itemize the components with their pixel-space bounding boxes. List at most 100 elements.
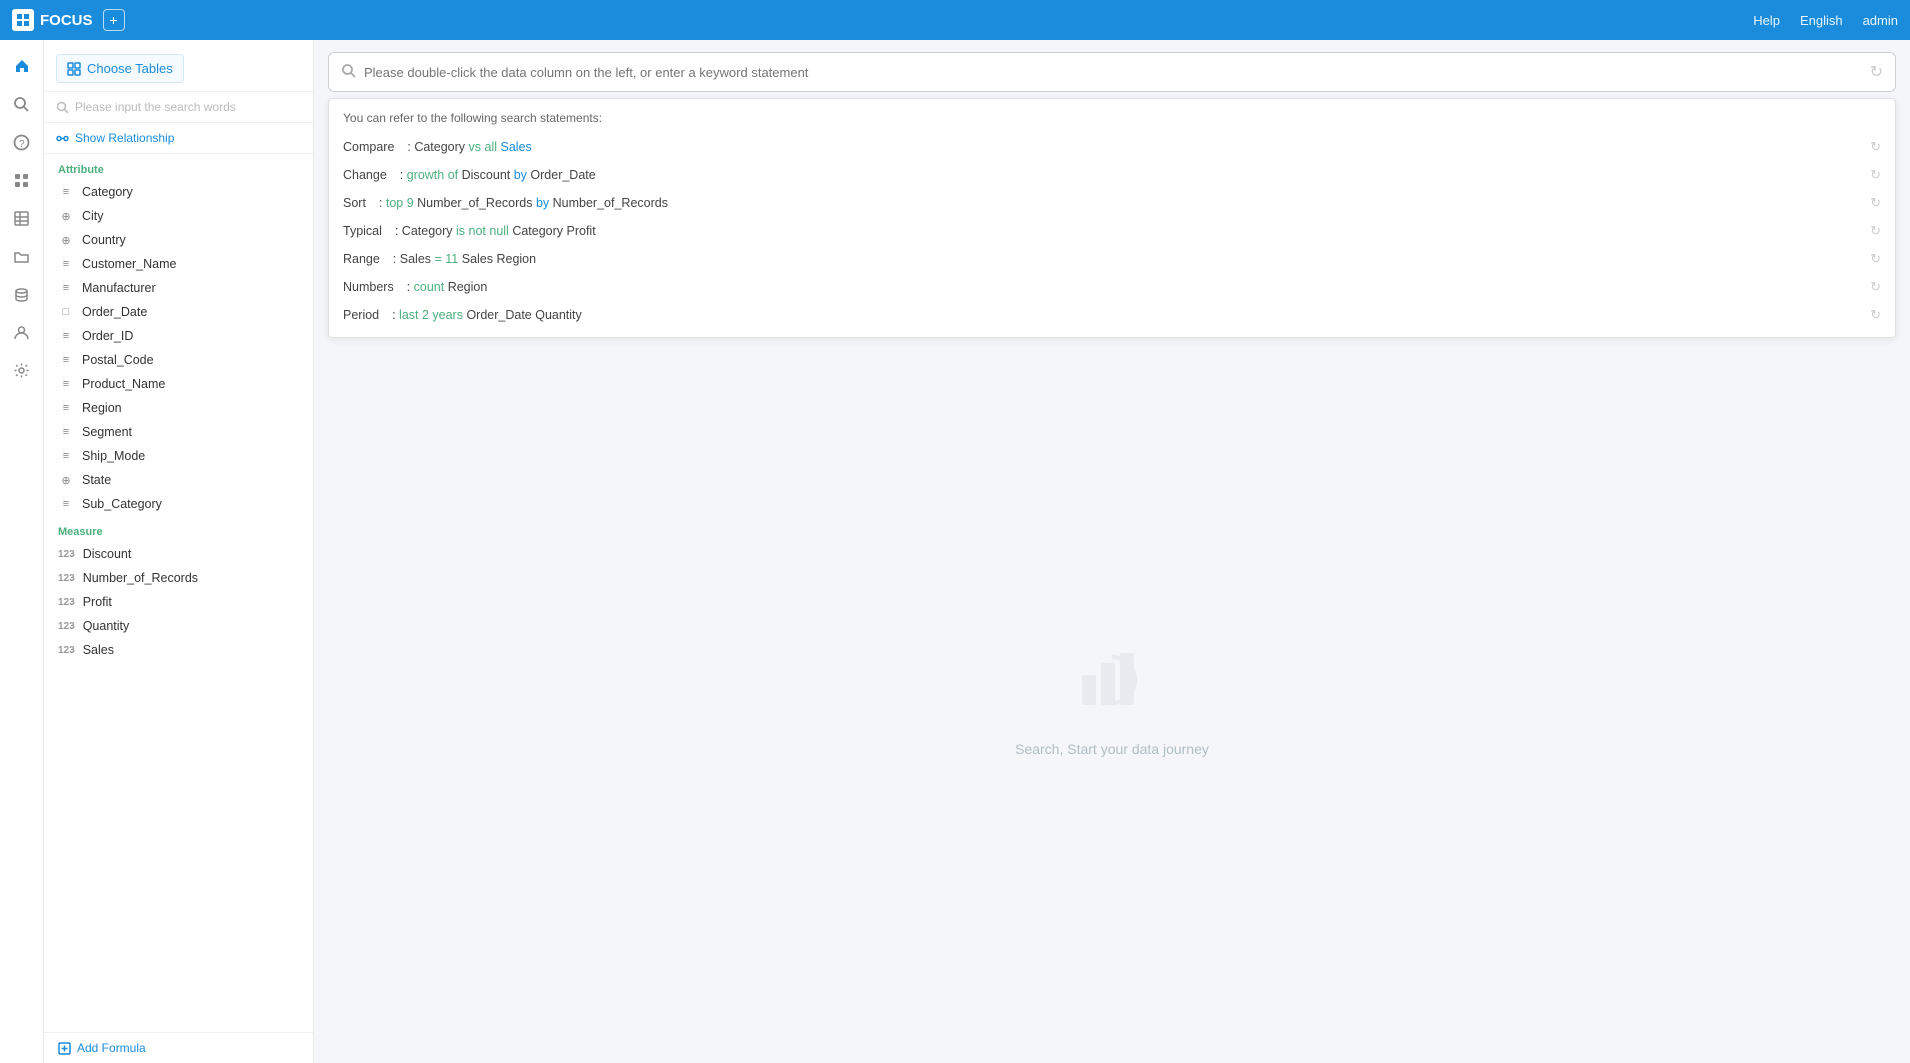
attribute-section-label: Attribute <box>44 154 313 180</box>
dim-icon: ≡ <box>58 282 74 294</box>
suggestion-sort[interactable]: Sort : top 9 Number_of_Records by Number… <box>329 189 1895 217</box>
suggestion-text: Typical : Category is not null Category … <box>343 224 596 238</box>
logo-icon <box>12 9 34 31</box>
num-icon: 123 <box>58 549 75 560</box>
suggestion-text: Range : Sales = 11 Sales Region <box>343 252 536 266</box>
suggestion-text: Compare : Category vs all Sales <box>343 140 532 154</box>
data-sidebar: Choose Tables Please input the search wo… <box>44 40 314 1063</box>
list-item[interactable]: ≡Category <box>44 180 313 204</box>
list-item[interactable]: ≡Ship_Mode <box>44 444 313 468</box>
suggestion-refresh-icon[interactable]: ↻ <box>1870 139 1881 155</box>
dim-icon: ≡ <box>58 498 74 510</box>
search-icon-btn[interactable] <box>6 88 38 120</box>
data-sidebar-header: Choose Tables <box>44 40 313 92</box>
dim-icon: ≡ <box>58 450 74 462</box>
settings-icon-btn[interactable] <box>6 354 38 386</box>
num-icon: 123 <box>58 645 75 656</box>
empty-state: Search, Start your data journey <box>314 338 1910 1063</box>
content-area: ↻ You can refer to the following search … <box>314 40 1910 1063</box>
list-item[interactable]: ≡Manufacturer <box>44 276 313 300</box>
choose-tables-button[interactable]: Choose Tables <box>56 54 184 83</box>
suggestion-period[interactable]: Period : last 2 years Order_Date Quantit… <box>329 301 1895 329</box>
suggestions-header: You can refer to the following search st… <box>329 107 1895 133</box>
refresh-icon[interactable]: ↻ <box>1870 62 1883 82</box>
data-list: Attribute ≡Category ⊕City ⊕Country ≡Cust… <box>44 154 313 1032</box>
dim-icon: ≡ <box>58 354 74 366</box>
svg-text:?: ? <box>19 139 25 150</box>
icon-sidebar: ? <box>0 40 44 1063</box>
suggestions-panel: You can refer to the following search st… <box>328 98 1896 338</box>
suggestion-text: Period : last 2 years Order_Date Quantit… <box>343 308 582 322</box>
sidebar-search-field[interactable]: Please input the search words <box>44 92 313 123</box>
suggestion-refresh-icon[interactable]: ↻ <box>1870 195 1881 211</box>
chart-icon <box>1077 645 1147 729</box>
suggestion-text: Numbers : count Region <box>343 280 487 294</box>
suggestion-refresh-icon[interactable]: ↻ <box>1870 251 1881 267</box>
main-layout: ? Choose Tables Please i <box>0 40 1910 1063</box>
folder-icon-btn[interactable] <box>6 240 38 272</box>
list-item[interactable]: ≡Product_Name <box>44 372 313 396</box>
dim-icon: ≡ <box>58 186 74 198</box>
list-item[interactable]: 123Profit <box>44 590 313 614</box>
user-icon-btn[interactable] <box>6 316 38 348</box>
list-item[interactable]: ≡Postal_Code <box>44 348 313 372</box>
app-logo: FOCUS <box>12 9 93 31</box>
geo-icon: ⊕ <box>58 474 74 487</box>
list-item[interactable]: ≡Order_ID <box>44 324 313 348</box>
num-icon: 123 <box>58 573 75 584</box>
suggestion-refresh-icon[interactable]: ↻ <box>1870 307 1881 323</box>
list-item[interactable]: 123Sales <box>44 638 313 662</box>
suggestion-compare[interactable]: Compare : Category vs all Sales ↻ <box>329 133 1895 161</box>
num-icon: 123 <box>58 621 75 632</box>
dim-icon: ≡ <box>58 426 74 438</box>
search-icon <box>341 63 356 81</box>
topnav-right: Help English admin <box>1753 13 1898 28</box>
list-item[interactable]: ⊕State <box>44 468 313 492</box>
geo-icon: ⊕ <box>58 210 74 223</box>
help-link[interactable]: Help <box>1753 13 1780 28</box>
empty-state-text: Search, Start your data journey <box>1015 741 1209 757</box>
suggestion-typical[interactable]: Typical : Category is not null Category … <box>329 217 1895 245</box>
list-item[interactable]: ≡Region <box>44 396 313 420</box>
suggestion-range[interactable]: Range : Sales = 11 Sales Region ↻ <box>329 245 1895 273</box>
suggestion-refresh-icon[interactable]: ↻ <box>1870 167 1881 183</box>
dim-icon: ≡ <box>58 258 74 270</box>
language-selector[interactable]: English <box>1800 13 1843 28</box>
geo-icon: ⊕ <box>58 234 74 247</box>
add-tab-button[interactable]: + <box>103 9 125 31</box>
list-item[interactable]: 123Discount <box>44 542 313 566</box>
home-icon-btn[interactable] <box>6 50 38 82</box>
list-item[interactable]: ≡Segment <box>44 420 313 444</box>
dim-icon: ≡ <box>58 378 74 390</box>
measure-section-label: Measure <box>44 516 313 542</box>
report-icon-btn[interactable] <box>6 164 38 196</box>
search-bar-wrapper: ↻ <box>314 40 1910 92</box>
search-input[interactable] <box>364 65 1862 80</box>
list-item[interactable]: 123Number_of_Records <box>44 566 313 590</box>
list-item[interactable]: ≡Customer_Name <box>44 252 313 276</box>
help-icon-btn[interactable]: ? <box>6 126 38 158</box>
dim-icon: ≡ <box>58 402 74 414</box>
suggestion-text: Sort : top 9 Number_of_Records by Number… <box>343 196 668 210</box>
list-item[interactable]: 123Quantity <box>44 614 313 638</box>
list-item[interactable]: □Order_Date <box>44 300 313 324</box>
top-navigation: FOCUS + Help English admin <box>0 0 1910 40</box>
list-item[interactable]: ≡Sub_Category <box>44 492 313 516</box>
data-icon-btn[interactable] <box>6 278 38 310</box>
dim-icon: ≡ <box>58 330 74 342</box>
suggestion-refresh-icon[interactable]: ↻ <box>1870 223 1881 239</box>
main-search-bar: ↻ <box>328 52 1896 92</box>
topnav-left: FOCUS + <box>12 9 125 31</box>
suggestion-refresh-icon[interactable]: ↻ <box>1870 279 1881 295</box>
list-item[interactable]: ⊕City <box>44 204 313 228</box>
suggestion-change[interactable]: Change : growth of Discount by Order_Dat… <box>329 161 1895 189</box>
num-icon: 123 <box>58 597 75 608</box>
suggestion-numbers[interactable]: Numbers : count Region ↻ <box>329 273 1895 301</box>
suggestion-text: Change : growth of Discount by Order_Dat… <box>343 168 596 182</box>
date-icon: □ <box>58 306 74 318</box>
list-item[interactable]: ⊕Country <box>44 228 313 252</box>
table-icon-btn[interactable] <box>6 202 38 234</box>
show-relationship-button[interactable]: Show Relationship <box>44 123 313 154</box>
add-formula-button[interactable]: Add Formula <box>44 1032 313 1063</box>
user-menu[interactable]: admin <box>1863 13 1898 28</box>
